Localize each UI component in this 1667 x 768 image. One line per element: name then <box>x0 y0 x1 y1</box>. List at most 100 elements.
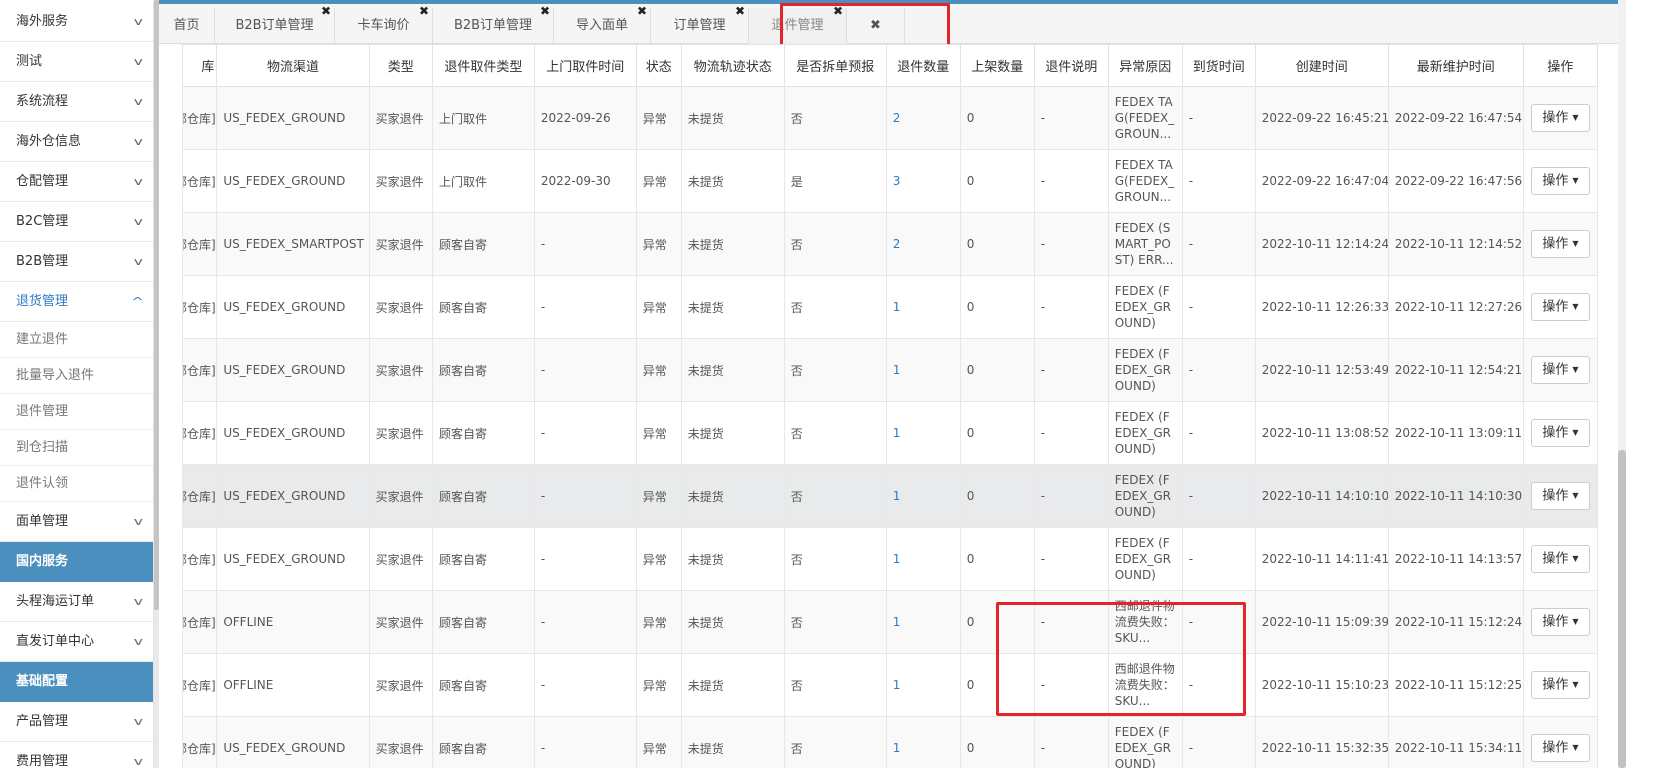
row-action-button[interactable]: 操作 ▼ <box>1531 419 1590 447</box>
cell-8[interactable]: 1 <box>885 653 961 717</box>
column-header-1[interactable]: 物流渠道 <box>216 44 370 87</box>
table-row[interactable]: 部仓库]US_FEDEX_GROUND买家退件顾客自寄-异常未提货否10-FED… <box>182 401 1598 465</box>
column-header-10[interactable]: 退件说明 <box>1033 44 1109 87</box>
cell-8[interactable]: 2 <box>885 86 961 150</box>
column-header-3[interactable]: 退件取件类型 <box>431 44 535 87</box>
cell-6: 未提货 <box>680 275 785 339</box>
column-header-12[interactable]: 到货时间 <box>1181 44 1256 87</box>
sidebar-item-10[interactable]: 退件管理 <box>0 394 153 430</box>
close-tab-icon[interactable]: ✖ <box>833 1 843 21</box>
cell-6: 未提货 <box>680 464 785 528</box>
row-action-button[interactable]: 操作 ▼ <box>1531 608 1590 636</box>
cell-3: 顾客自寄 <box>431 464 535 528</box>
sidebar-item-9[interactable]: 批量导入退件 <box>0 358 153 394</box>
cell-8[interactable]: 1 <box>885 464 961 528</box>
row-action-button[interactable]: 操作 ▼ <box>1531 545 1590 573</box>
close-tab-icon[interactable]: ✖ <box>637 1 647 21</box>
cell-actions: 操作 ▼ <box>1522 149 1598 213</box>
cell-8[interactable]: 1 <box>885 590 961 654</box>
column-header-5[interactable]: 状态 <box>635 44 682 87</box>
tab-0[interactable]: 首页 <box>159 8 215 44</box>
sidebar-item-14[interactable]: 国内服务 <box>0 542 153 582</box>
sidebar-item-17[interactable]: 基础配置 <box>0 662 153 702</box>
sidebar-item-15[interactable]: 头程海运订单 v <box>0 582 153 622</box>
sidebar-item-12[interactable]: 退件认领 <box>0 466 153 502</box>
close-all-tabs-button[interactable]: ✖ <box>847 8 905 44</box>
sidebar-item-16[interactable]: 直发订单中心 v <box>0 622 153 662</box>
row-action-button[interactable]: 操作 ▼ <box>1531 104 1590 132</box>
sidebar-item-2[interactable]: 系统流程 v <box>0 82 153 122</box>
column-header-7[interactable]: 是否拆单预报 <box>783 44 887 87</box>
column-header-6[interactable]: 物流轨迹状态 <box>680 44 785 87</box>
cell-8[interactable]: 3 <box>885 149 961 213</box>
table-row[interactable]: 部仓库]OFFLINE买家退件顾客自寄-异常未提货否10-西邮退件物流费失败：S… <box>182 653 1598 717</box>
column-header-13[interactable]: 创建时间 <box>1254 44 1389 87</box>
close-tab-icon[interactable]: ✖ <box>540 1 550 21</box>
table-row[interactable]: 部仓库]US_FEDEX_GROUND买家退件顾客自寄-异常未提货否10-FED… <box>182 527 1598 591</box>
row-action-button[interactable]: 操作 ▼ <box>1531 356 1590 384</box>
cell-8[interactable]: 1 <box>885 527 961 591</box>
table-row[interactable]: 部仓库]US_FEDEX_GROUND买家退件上门取件2022-09-26异常未… <box>182 86 1598 150</box>
sidebar-item-19[interactable]: 费用管理 v <box>0 742 153 768</box>
row-action-button[interactable]: 操作 ▼ <box>1531 671 1590 699</box>
cell-9: 0 <box>959 212 1035 276</box>
table-row[interactable]: 部仓库]US_FEDEX_GROUND买家退件上门取件2022-09-30异常未… <box>182 149 1598 213</box>
table-row[interactable]: 部仓库]US_FEDEX_GROUND买家退件顾客自寄-异常未提货否10-FED… <box>182 338 1598 402</box>
close-tab-icon[interactable]: ✖ <box>735 1 745 21</box>
sidebar-item-5[interactable]: B2C管理 v <box>0 202 153 242</box>
close-tab-icon[interactable]: ✖ <box>321 1 331 21</box>
tab-3[interactable]: B2B订单管理 ✖ <box>433 4 554 44</box>
caret-down-icon: ▼ <box>1572 491 1579 500</box>
cell-6: 未提货 <box>680 212 785 276</box>
row-action-button[interactable]: 操作 ▼ <box>1531 482 1590 510</box>
row-action-button[interactable]: 操作 ▼ <box>1531 293 1590 321</box>
sidebar-item-7[interactable]: 退货管理 ^ <box>0 282 153 322</box>
sidebar-item-11[interactable]: 到仓扫描 <box>0 430 153 466</box>
tab-5[interactable]: 订单管理 ✖ <box>651 4 749 44</box>
column-header-8[interactable]: 退件数量 <box>885 44 961 87</box>
cell-2: 买家退件 <box>368 653 433 717</box>
sidebar-scrollbar[interactable] <box>154 0 159 768</box>
column-header-14[interactable]: 最新维护时间 <box>1387 44 1524 87</box>
column-header-15[interactable]: 操作 <box>1522 44 1598 87</box>
column-header-0[interactable]: 库 <box>182 44 218 87</box>
sidebar-item-3[interactable]: 海外仓信息 v <box>0 122 153 162</box>
tab-2[interactable]: 卡车询价 ✖ <box>335 4 433 44</box>
close-tab-icon[interactable]: ✖ <box>419 1 429 21</box>
cell-8[interactable]: 1 <box>885 401 961 465</box>
sidebar-scroll-thumb[interactable] <box>154 0 159 610</box>
table-row[interactable]: 部仓库]US_FEDEX_GROUND买家退件顾客自寄-异常未提货否10-FED… <box>182 464 1598 528</box>
column-header-9[interactable]: 上架数量 <box>959 44 1035 87</box>
tab-4[interactable]: 导入面单 ✖ <box>554 4 651 44</box>
main-scroll-thumb[interactable] <box>1618 450 1626 768</box>
cell-8[interactable]: 1 <box>885 338 961 402</box>
sidebar-item-18[interactable]: 产品管理 v <box>0 702 153 742</box>
cell-13: 2022-09-22 16:47:04 <box>1254 149 1389 213</box>
tab-6[interactable]: 退件管理 ✖ <box>749 4 847 44</box>
row-action-button[interactable]: 操作 ▼ <box>1531 230 1590 258</box>
table-row[interactable]: 部仓库]US_FEDEX_SMARTPOST买家退件顾客自寄-异常未提货否20-… <box>182 212 1598 276</box>
cell-6: 未提货 <box>680 653 785 717</box>
sidebar-item-0[interactable]: 海外服务 v <box>0 2 153 42</box>
chevron-down-icon: v <box>134 135 144 148</box>
column-header-4[interactable]: 上门取件时间 <box>533 44 637 87</box>
table-row[interactable]: 部仓库]US_FEDEX_GROUND买家退件顾客自寄-异常未提货否10-FED… <box>182 275 1598 339</box>
cell-8[interactable]: 1 <box>885 716 961 768</box>
cell-8[interactable]: 2 <box>885 212 961 276</box>
sidebar-item-6[interactable]: B2B管理 v <box>0 242 153 282</box>
table-row[interactable]: 部仓库]US_FEDEX_GROUND买家退件顾客自寄-异常未提货否10-FED… <box>182 716 1598 768</box>
row-action-button[interactable]: 操作 ▼ <box>1531 734 1590 762</box>
main-scrollbar[interactable] <box>1618 0 1626 768</box>
column-header-11[interactable]: 异常原因 <box>1107 44 1183 87</box>
sidebar-item-13[interactable]: 面单管理 v <box>0 502 153 542</box>
row-action-button[interactable]: 操作 ▼ <box>1531 167 1590 195</box>
cell-8[interactable]: 1 <box>885 275 961 339</box>
table-row[interactable]: 部仓库]OFFLINE买家退件顾客自寄-异常未提货否10-西邮退件物流费失败：S… <box>182 590 1598 654</box>
sidebar-item-4[interactable]: 仓配管理 v <box>0 162 153 202</box>
cell-7: 否 <box>783 653 887 717</box>
sidebar-item-1[interactable]: 测试 v <box>0 42 153 82</box>
column-header-2[interactable]: 类型 <box>368 44 433 87</box>
cell-11: 西邮退件物流费失败：SKU... <box>1107 590 1183 654</box>
tab-1[interactable]: B2B订单管理 ✖ <box>215 4 335 44</box>
sidebar-item-8[interactable]: 建立退件 <box>0 322 153 358</box>
